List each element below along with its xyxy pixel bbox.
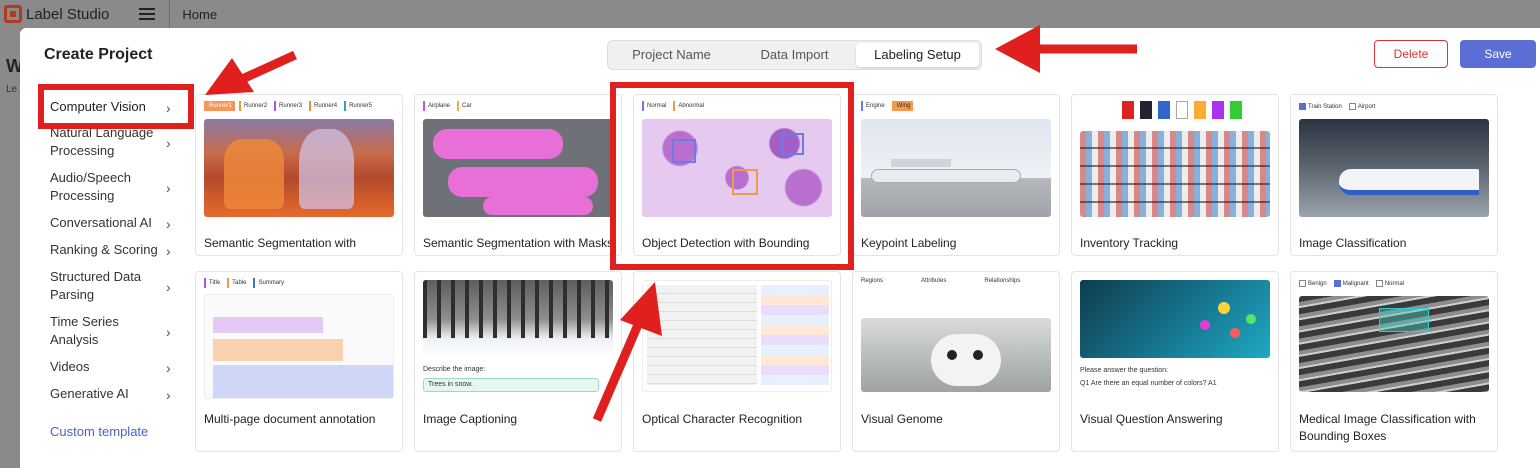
arrow-to-object-detection	[592, 318, 645, 422]
annotation-arrows	[205, 25, 1137, 422]
arrowhead	[620, 282, 662, 336]
arrowhead	[995, 25, 1040, 73]
arrow-to-computer-vision	[238, 50, 297, 85]
